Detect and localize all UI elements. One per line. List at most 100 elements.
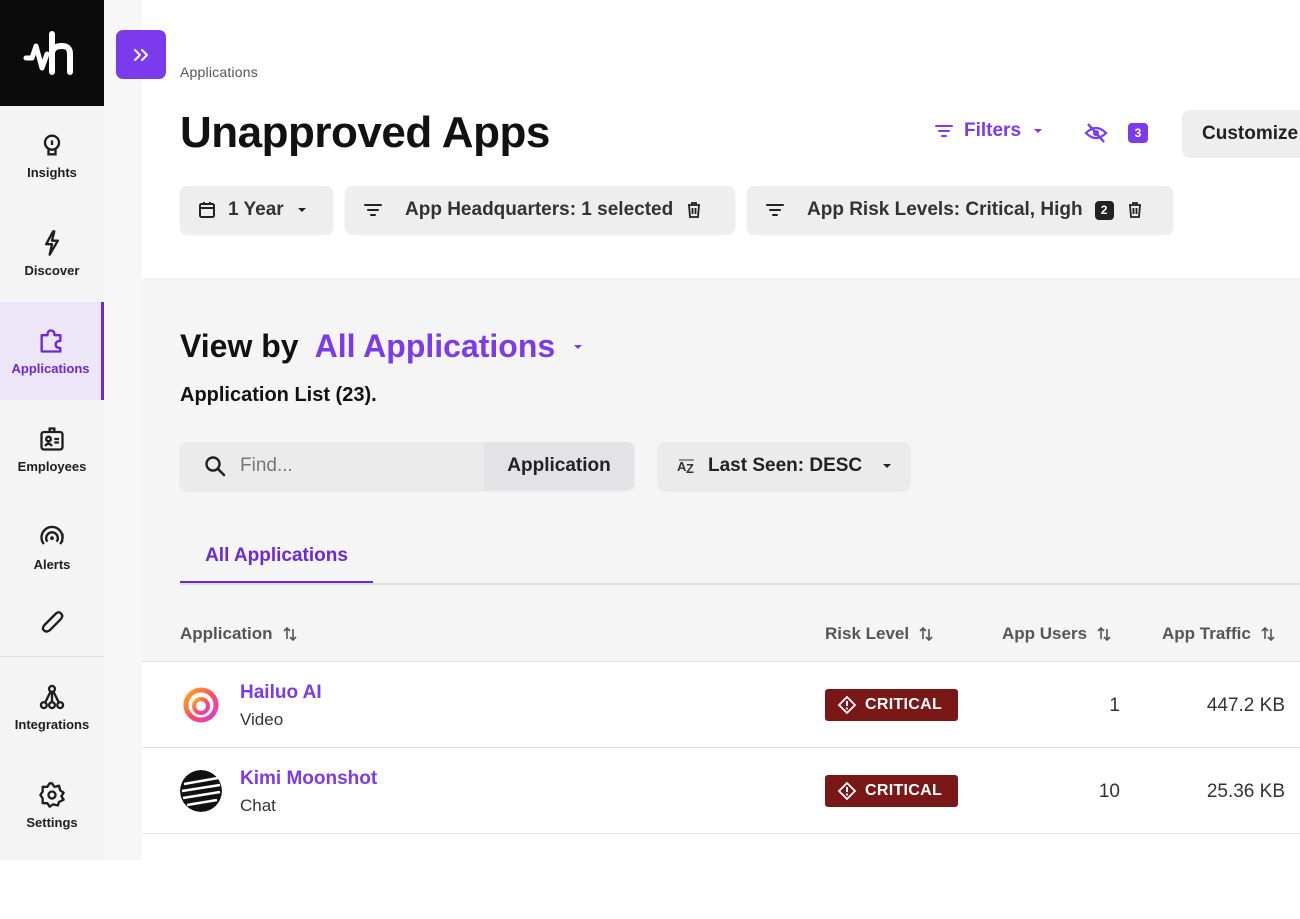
network-icon bbox=[39, 684, 65, 709]
search-input[interactable] bbox=[240, 455, 460, 477]
trash-icon[interactable] bbox=[1126, 201, 1144, 219]
risk-label: CRITICAL bbox=[865, 696, 943, 713]
app-category: Video bbox=[240, 710, 284, 729]
broadcast-alert-icon bbox=[40, 525, 64, 545]
sidebar-divider bbox=[0, 656, 104, 657]
sort-arrows-icon bbox=[282, 626, 297, 642]
caret-down-icon bbox=[883, 464, 892, 468]
sort-label: Last Seen: DESC bbox=[708, 455, 863, 476]
app-category: Chat bbox=[240, 796, 276, 815]
view-by-label: View by bbox=[180, 328, 299, 364]
main-content: Applications Unapproved Apps Filters 3 C… bbox=[142, 0, 1300, 919]
risk-badge: CRITICAL bbox=[825, 775, 958, 807]
risk-badge: CRITICAL bbox=[825, 689, 958, 721]
filter-icon bbox=[364, 204, 382, 216]
view-by-selector[interactable]: View by All Applications bbox=[180, 328, 585, 365]
app-traffic-value: 447.2 KB bbox=[1206, 695, 1285, 716]
table-row[interactable]: Kimi Moonshot Chat CRITICAL 10 25.36 KB bbox=[142, 747, 1300, 833]
search-field-wrap bbox=[180, 442, 484, 490]
breadcrumb[interactable]: Applications bbox=[180, 64, 258, 80]
customize-button[interactable]: Customize bbox=[1182, 110, 1300, 158]
sidebar-item-discover[interactable]: Discover bbox=[0, 204, 104, 302]
sidebar: Insights Discover Applications Employees… bbox=[0, 0, 104, 860]
column-label: Application bbox=[180, 624, 273, 643]
column-label: App Traffic bbox=[1162, 624, 1251, 643]
headquarters-filter-label: App Headquarters: 1 selected bbox=[405, 199, 674, 220]
column-label: App Users bbox=[1002, 624, 1088, 643]
date-range-label: 1 Year bbox=[228, 199, 284, 220]
lightning-icon bbox=[45, 229, 59, 256]
page-title: Unapproved Apps bbox=[180, 108, 550, 157]
risk-level-filter-chip[interactable]: App Risk Levels: Critical, High 2 bbox=[747, 186, 1173, 234]
gear-icon bbox=[39, 781, 65, 808]
sort-arrows-icon bbox=[1097, 626, 1111, 642]
diamond-alert-icon bbox=[837, 695, 857, 715]
sidebar-item-label: Discover bbox=[24, 262, 80, 278]
sidebar-item-label: Alerts bbox=[33, 556, 71, 572]
sidebar-item-label: Settings bbox=[26, 814, 78, 830]
risk-level-count-badge: 2 bbox=[1094, 200, 1114, 220]
sidebar-item-employees[interactable]: Employees bbox=[0, 400, 104, 498]
app-users-value: 10 bbox=[1098, 781, 1120, 802]
risk-label: CRITICAL bbox=[865, 782, 943, 799]
sort-alpha-icon: AZ bbox=[677, 459, 694, 476]
caret-down-icon bbox=[1034, 129, 1043, 133]
hidden-count-badge: 3 bbox=[1128, 123, 1148, 143]
sidebar-item-label: Insights bbox=[27, 164, 77, 180]
column-header-risk-level[interactable]: Risk Level bbox=[825, 624, 933, 644]
search-scope-selector[interactable]: Application bbox=[484, 442, 634, 490]
lightbulb-icon bbox=[43, 134, 61, 155]
sidebar-item-alerts[interactable]: Alerts bbox=[0, 498, 104, 596]
table-row[interactable] bbox=[142, 833, 1300, 919]
application-list-count: Application List (23). bbox=[180, 384, 377, 406]
search-icon bbox=[205, 456, 226, 477]
paperclip-icon bbox=[41, 611, 64, 633]
filters-button[interactable]: Filters bbox=[934, 120, 1045, 142]
sidebar-item-settings[interactable]: Settings bbox=[0, 756, 104, 854]
app-users-value: 1 bbox=[1109, 695, 1120, 716]
tab-divider bbox=[180, 583, 1300, 585]
applications-panel: View by All Applications Application Lis… bbox=[142, 278, 1300, 919]
app-traffic-value: 25.36 KB bbox=[1206, 781, 1285, 802]
view-by-value[interactable]: All Applications bbox=[315, 328, 556, 365]
column-header-app-users[interactable]: App Users bbox=[1002, 624, 1111, 644]
caret-down-icon bbox=[297, 208, 306, 212]
sort-arrows-icon bbox=[1261, 626, 1275, 642]
sidebar-item-label: Employees bbox=[17, 458, 87, 474]
eye-off-icon bbox=[1084, 123, 1108, 143]
search-bar: Application bbox=[180, 442, 634, 490]
sidebar-item-insights[interactable]: Insights bbox=[0, 106, 104, 204]
puzzle-icon bbox=[40, 328, 61, 353]
app-name-link[interactable]: Hailuo AI bbox=[240, 682, 322, 704]
sidebar-item-integrations[interactable]: Integrations bbox=[0, 658, 104, 756]
kimi-moonshot-logo bbox=[180, 770, 222, 812]
hailuo-ai-logo bbox=[183, 687, 219, 723]
hidden-columns-button[interactable] bbox=[1084, 122, 1108, 149]
filter-icon bbox=[766, 204, 784, 216]
headquarters-filter-chip[interactable]: App Headquarters: 1 selected bbox=[345, 186, 735, 234]
tab-all-applications[interactable]: All Applications bbox=[180, 530, 373, 584]
calendar-icon bbox=[199, 202, 215, 218]
sort-arrows-icon bbox=[919, 626, 933, 642]
brand-logo[interactable] bbox=[0, 0, 104, 106]
column-header-app-traffic[interactable]: App Traffic bbox=[1162, 624, 1275, 644]
id-badge-icon bbox=[40, 426, 64, 451]
brand-logo-icon bbox=[23, 31, 73, 75]
diamond-alert-icon bbox=[837, 781, 857, 801]
filter-icon bbox=[935, 125, 953, 137]
column-header-application[interactable]: Application bbox=[180, 624, 297, 644]
sort-selector[interactable]: AZ Last Seen: DESC bbox=[658, 442, 910, 490]
caret-down-icon[interactable] bbox=[571, 342, 585, 352]
sidebar-item-label: Applications bbox=[11, 360, 90, 376]
table-row[interactable]: Hailuo AI Video CRITICAL 1 447.2 KB bbox=[142, 661, 1300, 747]
filters-label: Filters bbox=[964, 120, 1022, 141]
sidebar-item-attachments[interactable] bbox=[0, 586, 104, 656]
date-range-chip[interactable]: 1 Year bbox=[180, 186, 333, 234]
trash-icon[interactable] bbox=[685, 201, 703, 219]
sidebar-item-applications[interactable]: Applications bbox=[0, 302, 104, 400]
sidebar-gutter bbox=[104, 0, 142, 860]
sidebar-item-label: Integrations bbox=[14, 716, 90, 732]
risk-level-filter-label: App Risk Levels: Critical, High bbox=[807, 199, 1083, 220]
column-label: Risk Level bbox=[825, 624, 910, 643]
app-name-link[interactable]: Kimi Moonshot bbox=[240, 768, 377, 790]
